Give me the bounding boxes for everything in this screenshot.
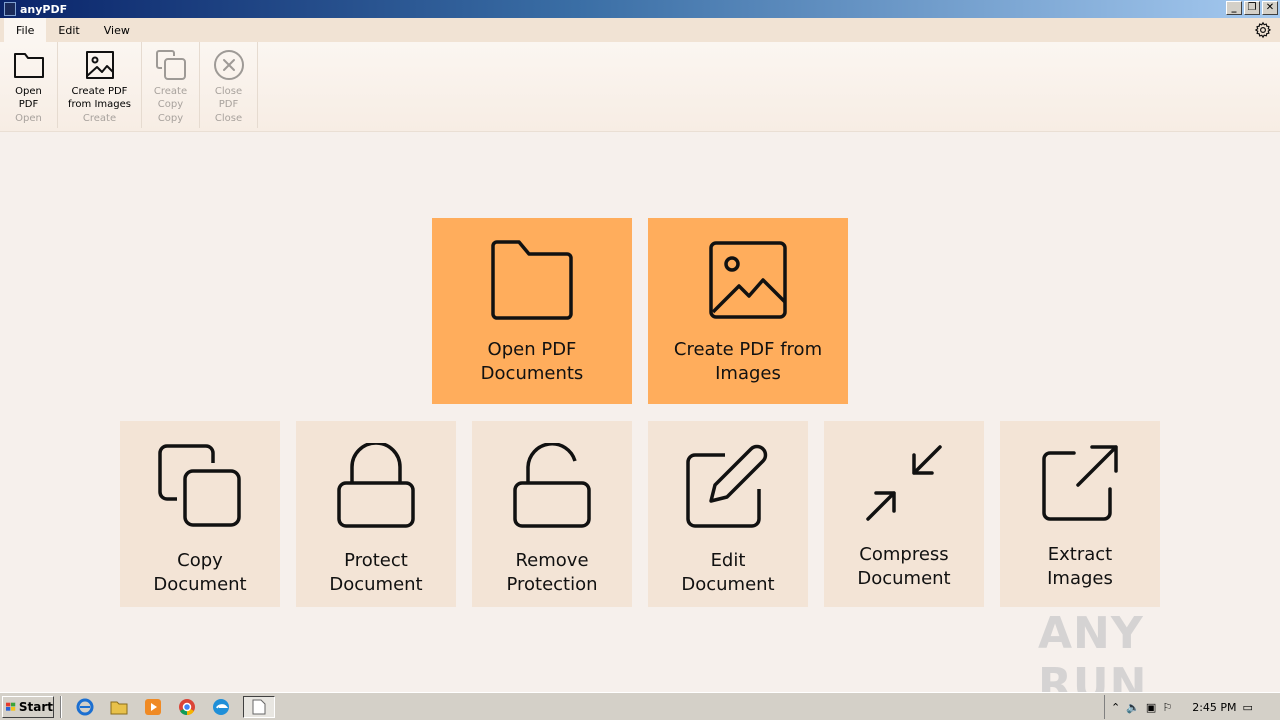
windows-logo-icon [6,702,16,711]
ribbon-group-label: Copy [157,113,184,124]
taskbar-separator [60,695,62,718]
document-icon [252,699,266,714]
close-button[interactable]: ✕ [1262,1,1278,15]
app-icon [4,2,16,16]
tile-label: Remove Protection [506,550,598,595]
unlock-icon [513,443,591,528]
close-pdf-button[interactable]: Close PDF [204,48,253,111]
tile-label: Open PDF Documents [480,339,584,384]
tile-protect-document[interactable]: Protect Document [296,421,456,607]
ribbon-button-label: Open PDF [15,86,42,110]
file-explorer-icon[interactable] [107,696,131,718]
open-pdf-button[interactable]: Open PDF [4,48,53,111]
copy-icon [155,50,186,80]
tab-edit[interactable]: Edit [46,18,91,42]
window-title: anyPDF [20,2,68,16]
network-icon[interactable]: ▣ [1146,701,1156,714]
edge-icon[interactable] [209,696,233,718]
chrome-icon[interactable] [175,696,199,718]
edit-icon [686,444,768,528]
system-tray: ⌃ 🔈 ▣ ⚐ 2:45 PM ▭ [1104,695,1280,719]
folder-icon [13,53,44,78]
internet-explorer-icon[interactable] [73,696,97,718]
ribbon-group-label: Close [214,113,243,124]
create-copy-button[interactable]: Create Copy [146,48,195,111]
external-link-icon [1042,445,1118,521]
ribbon-group-create: Create PDF from Images Create [58,42,142,128]
image-icon [85,51,114,79]
minimize-button[interactable]: _ [1226,1,1242,15]
tile-copy-document[interactable]: Copy Document [120,421,280,607]
clock[interactable]: 2:45 PM [1192,701,1236,714]
compress-icon [866,445,942,521]
folder-icon [491,240,573,320]
ribbon-button-label: Create PDF from Images [68,86,131,110]
chevron-up-icon[interactable]: ⌃ [1111,701,1120,714]
create-pdf-from-images-button[interactable]: Create PDF from Images [62,48,137,111]
ribbon-group-label: Open [15,113,42,124]
ribbon-group-label: Create [82,113,117,124]
media-player-icon[interactable] [141,696,165,718]
ribbon-button-label: Create Copy [153,86,188,110]
volume-icon[interactable]: 🔈 [1126,701,1140,714]
flag-icon[interactable]: ⚐ [1162,701,1172,714]
tile-label: Protect Document [329,550,423,595]
copy-icon [158,444,241,527]
tile-label: Edit Document [681,550,775,595]
gear-icon[interactable] [1254,21,1272,39]
ribbon-group-open: Open PDF Open [0,42,58,128]
watermark: ANY RUN [1038,608,1238,710]
close-circle-icon [213,50,244,80]
ribbon-group-close: Close PDF Close [200,42,258,128]
tab-view[interactable]: View [92,18,142,42]
tile-label: Compress Document [857,544,951,589]
tile-label: Copy Document [153,550,247,595]
tile-label: Extract Images [1047,544,1113,589]
ribbon-group-copy: Create Copy Copy [142,42,200,128]
ribbon: Open PDF Open Create PDF from Images Cre… [0,42,1280,132]
title-bar: anyPDF _ ❐ ✕ [0,0,1280,18]
tile-compress-document[interactable]: Compress Document [824,421,984,607]
window-controls: _ ❐ ✕ [1226,1,1278,15]
tile-label: Create PDF from Images [673,339,823,384]
tab-file[interactable]: File [4,18,47,42]
image-icon [709,241,787,319]
start-button[interactable]: Start [2,695,54,718]
start-label: Start [18,699,53,714]
tile-remove-protection[interactable]: Remove Protection [472,421,632,607]
show-desktop-icon[interactable]: ▭ [1243,701,1253,714]
taskbar: Start ⌃ 🔈 ▣ ⚐ 2:45 PM ▭ [0,692,1280,720]
tile-edit-document[interactable]: Edit Document [648,421,808,607]
tile-create-pdf-from-images[interactable]: Create PDF from Images [648,218,848,404]
taskbar-anypdf-window[interactable] [243,695,275,718]
tile-open-pdf-documents[interactable]: Open PDF Documents [432,218,632,404]
tile-extract-images[interactable]: Extract Images [1000,421,1160,607]
restore-button[interactable]: ❐ [1244,1,1260,15]
menu-bar: File Edit View [0,18,1280,42]
lock-icon [337,443,415,528]
ribbon-button-label: Close PDF [214,86,243,110]
